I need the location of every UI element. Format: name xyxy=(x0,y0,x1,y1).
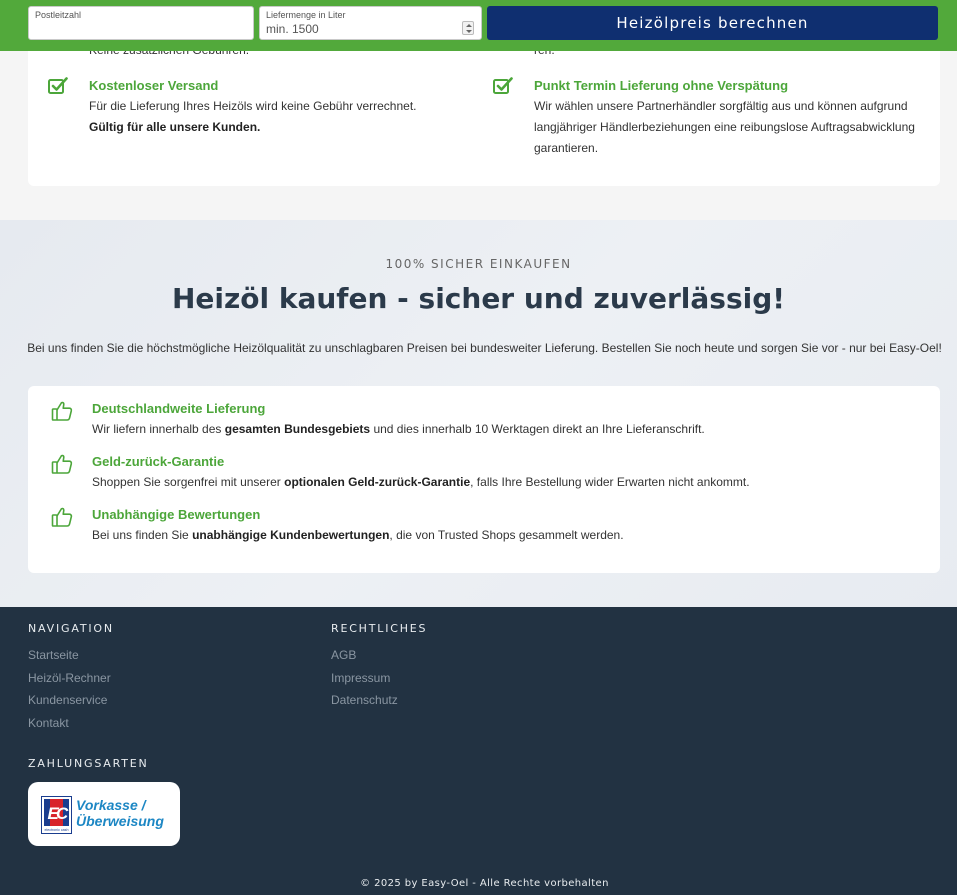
svg-text:C: C xyxy=(56,804,69,823)
feature-description-bold: Gültig für alle unsere Kunden. xyxy=(89,120,261,134)
check-icon xyxy=(493,77,513,94)
postcode-field[interactable]: Postleitzahl xyxy=(28,6,254,40)
feature-title: Punkt Termin Lieferung ohne Verspätung xyxy=(534,78,789,93)
benefit-description: Bei uns finden Sie unabhängige Kundenbew… xyxy=(92,528,624,542)
benefit-item: Geld-zurück-Garantie Shoppen Sie sorgenf… xyxy=(28,453,940,503)
chevron-down-icon[interactable] xyxy=(466,30,472,33)
benefit-title: Unabhängige Bewertungen xyxy=(92,507,261,522)
benefit-title: Deutschlandweite Lieferung xyxy=(92,401,266,416)
secure-shopping-section: 100% SICHER EINKAUFEN Heizöl kaufen - si… xyxy=(0,220,957,607)
quantity-label: Liefermenge in Liter xyxy=(266,10,346,20)
price-calculator-bar: Postleitzahl Liefermenge in Liter min. 1… xyxy=(0,0,957,51)
footer-navigation-heading: NAVIGATION xyxy=(28,622,114,635)
footer-link-kundenservice[interactable]: Kundenservice xyxy=(28,689,111,712)
feature-title: Kostenloser Versand xyxy=(89,78,219,93)
feature-description: Wir wählen unsere Partnerhändler sorgfäl… xyxy=(534,99,915,155)
feature-free-shipping: Kostenloser Versand Für die Lieferung Ih… xyxy=(48,77,468,157)
benefits-card: Deutschlandweite Lieferung Wir liefern i… xyxy=(28,386,940,573)
benefit-description: Wir liefern innerhalb des gesamten Bunde… xyxy=(92,422,705,436)
svg-text:electronic cash: electronic cash xyxy=(45,828,69,832)
chevron-up-icon[interactable] xyxy=(466,24,472,27)
footer-navigation-links: Startseite Heizöl-Rechner Kundenservice … xyxy=(28,644,111,734)
payment-method-label: Vorkasse / Überweisung xyxy=(76,797,164,829)
section-headline: Heizöl kaufen - sicher und zuverlässig! xyxy=(171,282,786,315)
quantity-input[interactable]: min. 1500 xyxy=(266,22,319,36)
footer-legal-heading: RECHTLICHES xyxy=(331,622,428,635)
footer-link-startseite[interactable]: Startseite xyxy=(28,644,111,667)
ec-electronic-cash-icon: E C electronic cash xyxy=(41,796,72,834)
thumbs-up-icon xyxy=(51,454,73,474)
footer-link-kontakt[interactable]: Kontakt xyxy=(28,712,111,735)
feature-description-text: Für die Lieferung Ihres Heizöls wird kei… xyxy=(89,99,417,113)
postcode-label: Postleitzahl xyxy=(35,10,82,20)
quantity-field[interactable]: Liefermenge in Liter min. 1500 xyxy=(259,6,482,40)
footer-link-heizoel-rechner[interactable]: Heizöl-Rechner xyxy=(28,667,111,690)
section-lead: Bei uns finden Sie die höchstmögliche He… xyxy=(27,341,942,355)
feature-description: Für die Lieferung Ihres Heizöls wird kei… xyxy=(89,96,469,138)
feature-on-time-delivery: Punkt Termin Lieferung ohne Verspätung W… xyxy=(493,77,933,177)
calculate-price-button[interactable]: Heizölpreis berechnen xyxy=(487,6,938,40)
thumbs-up-icon xyxy=(51,401,73,421)
thumbs-up-icon xyxy=(51,507,73,527)
copyright-notice: © 2025 by Easy-Oel - Alle Rechte vorbeha… xyxy=(360,878,609,889)
footer-link-datenschutz[interactable]: Datenschutz xyxy=(331,689,398,712)
check-icon xyxy=(48,77,68,94)
benefit-title: Geld-zurück-Garantie xyxy=(92,454,225,469)
footer-link-impressum[interactable]: Impressum xyxy=(331,667,398,690)
benefit-description: Shoppen Sie sorgenfrei mit unserer optio… xyxy=(92,475,750,489)
footer-payment-heading: ZAHLUNGSARTEN xyxy=(28,757,149,770)
footer-link-agb[interactable]: AGB xyxy=(331,644,398,667)
features-card: Keine zusätzlichen Gebühren. ren. Kosten… xyxy=(28,30,940,186)
benefit-item: Unabhängige Bewertungen Bei uns finden S… xyxy=(28,506,940,556)
footer-legal-links: AGB Impressum Datenschutz xyxy=(331,644,398,712)
site-footer: NAVIGATION Startseite Heizöl-Rechner Kun… xyxy=(0,607,957,895)
payment-method-badge: E C electronic cash Vorkasse / Überweisu… xyxy=(28,782,180,846)
quantity-stepper[interactable] xyxy=(462,21,474,35)
section-eyebrow: 100% SICHER EINKAUFEN xyxy=(385,257,572,271)
benefit-item: Deutschlandweite Lieferung Wir liefern i… xyxy=(28,400,940,450)
